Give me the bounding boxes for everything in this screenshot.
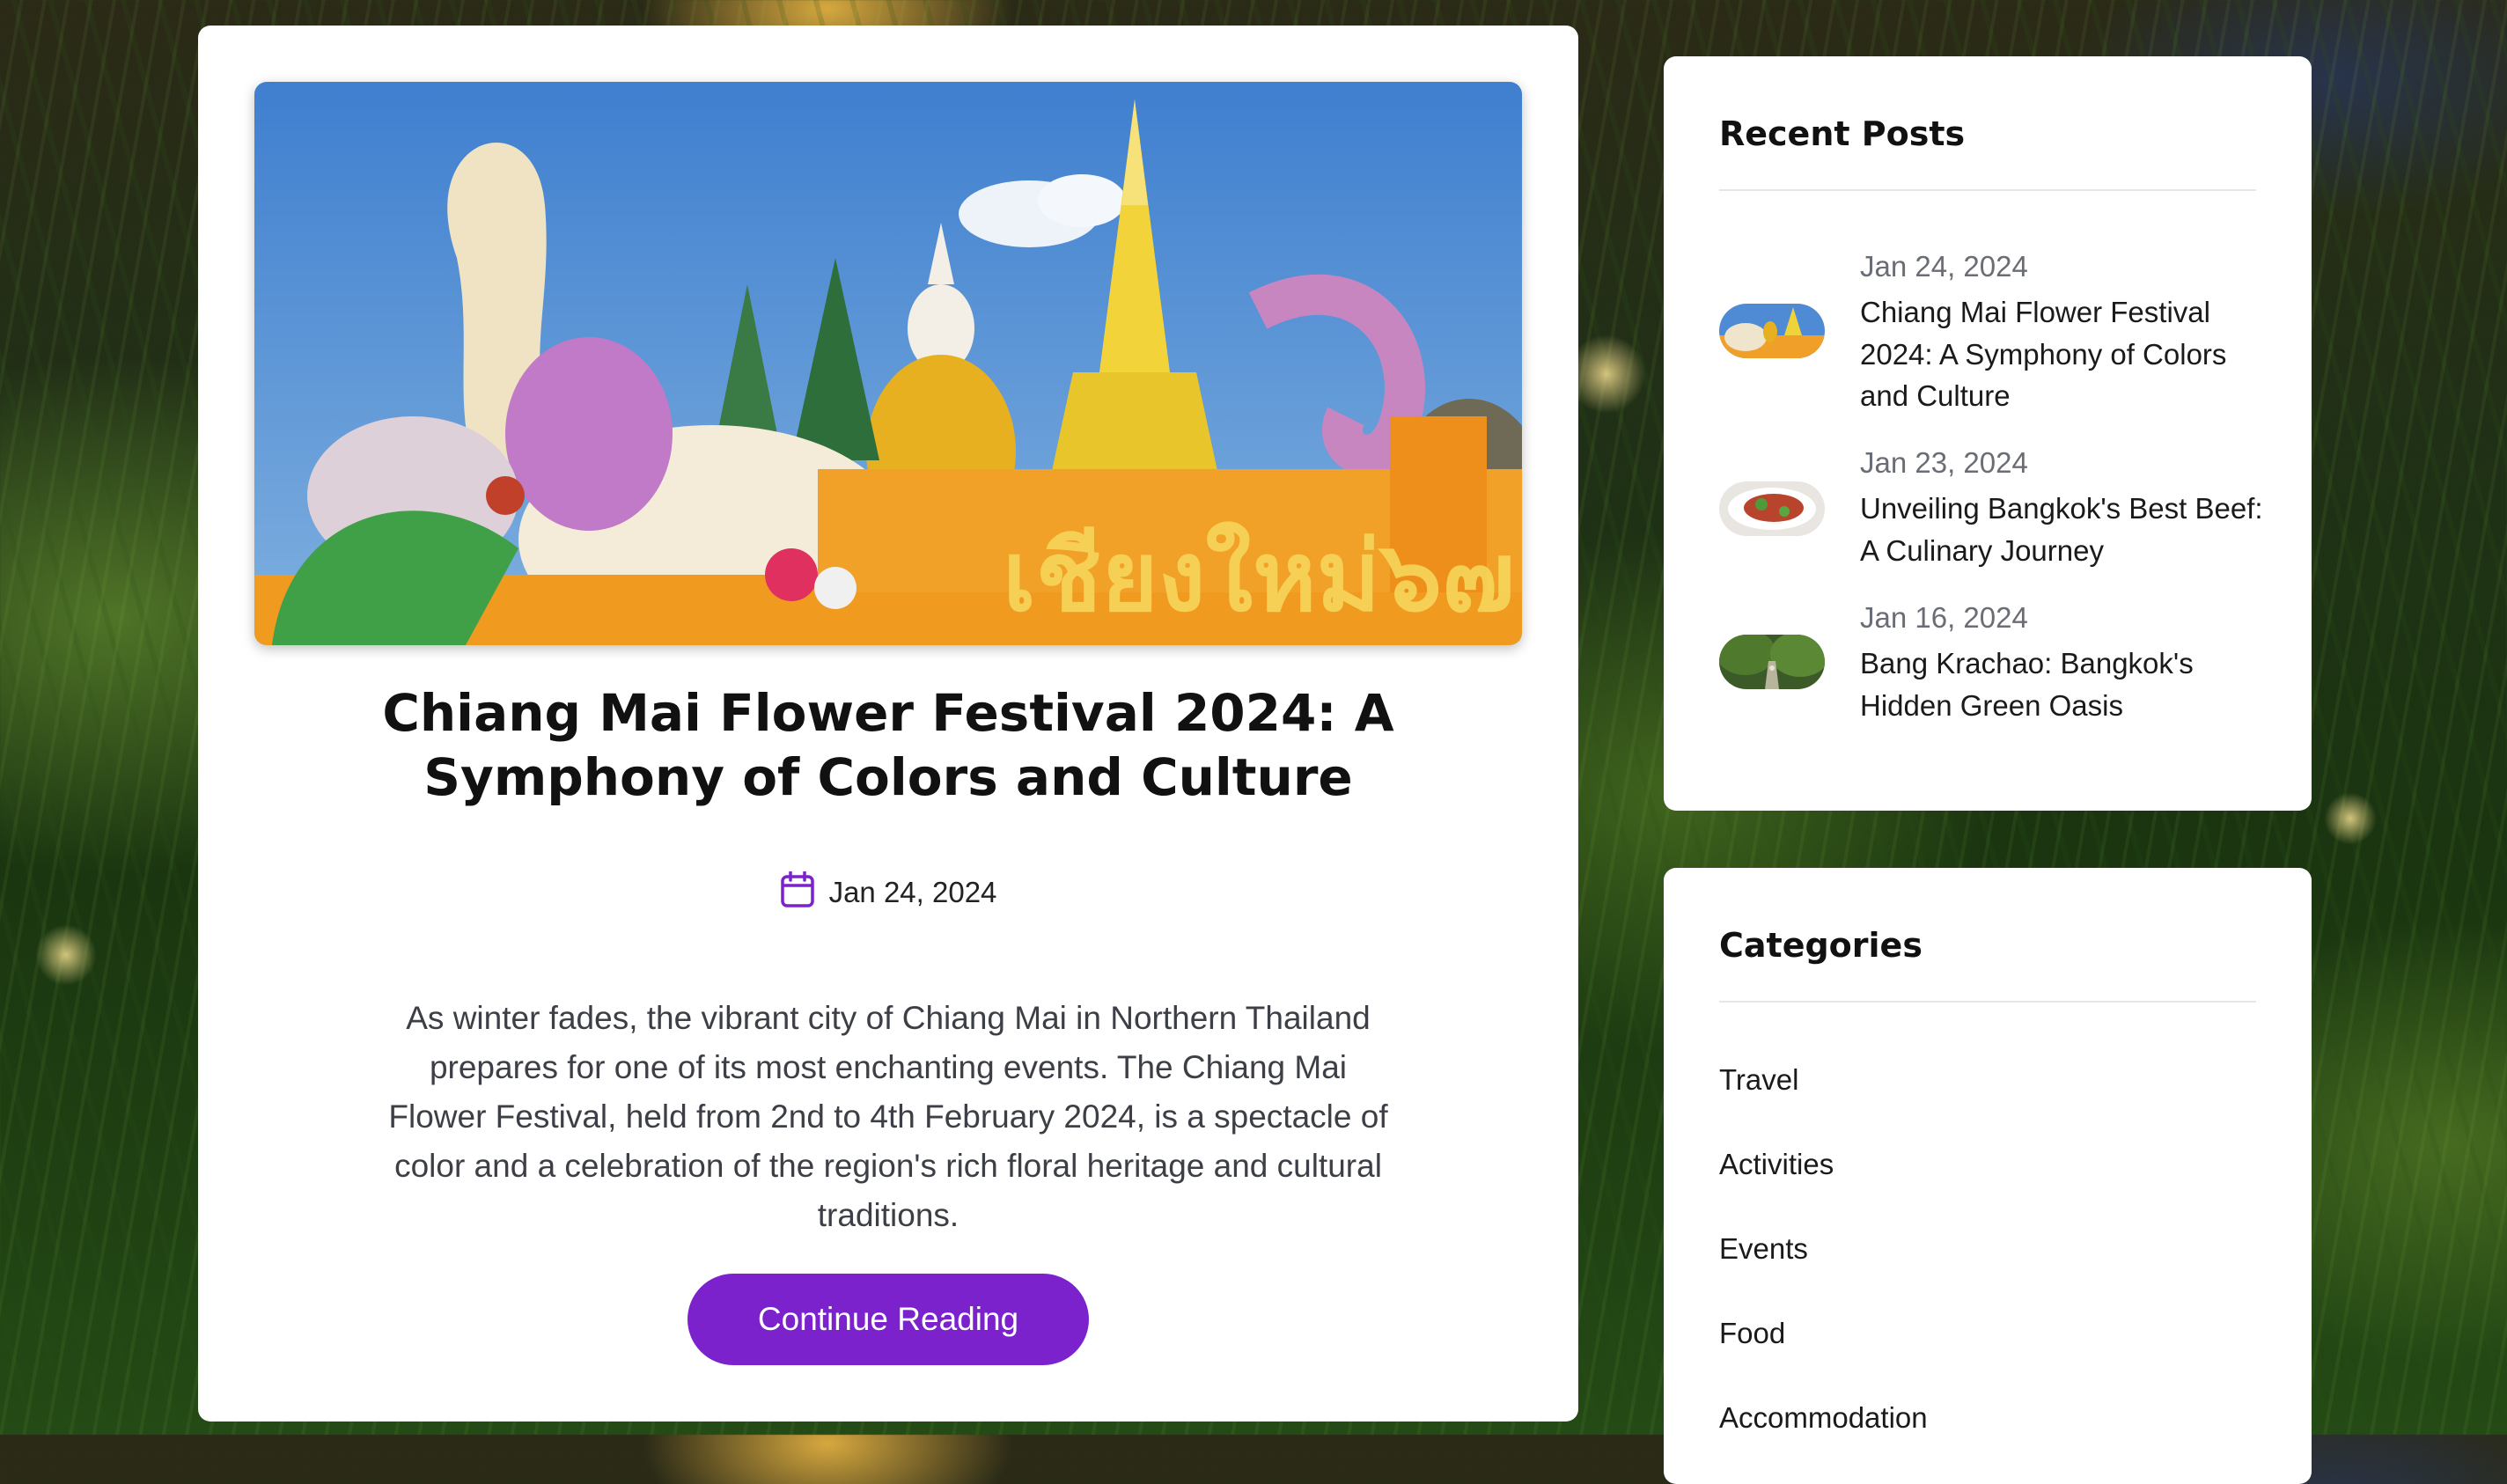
post-card: เชียงใหม่๖๗ Chiang Mai Flower Festival 2… <box>198 26 1578 1422</box>
recent-post-title[interactable]: Unveiling Bangkok's Best Beef: A Culinar… <box>1860 488 2265 571</box>
continue-reading-button[interactable]: Continue Reading <box>687 1274 1089 1365</box>
recent-post-title[interactable]: Bang Krachao: Bangkok's Hidden Green Oas… <box>1860 643 2265 726</box>
svg-text:เชียงใหม่๖๗: เชียงใหม่๖๗ <box>1003 520 1515 633</box>
category-link-food[interactable]: Food <box>1719 1317 1785 1350</box>
recent-post-thumbnail[interactable] <box>1719 304 1825 358</box>
post-meta: Jan 24, 2024 <box>198 871 1578 913</box>
background-bokeh <box>2324 792 2377 845</box>
recent-posts-title: Recent Posts <box>1719 114 1966 153</box>
recent-posts-widget: Recent Posts Jan 24, 2024 Chiang Mai Flo… <box>1664 56 2312 811</box>
divider <box>1719 189 2256 191</box>
recent-post-date: Jan 16, 2024 <box>1860 601 2028 634</box>
categories-title: Categories <box>1719 926 1923 965</box>
recent-post-thumbnail[interactable] <box>1719 635 1825 689</box>
category-link-events[interactable]: Events <box>1719 1232 1808 1266</box>
flower-float-illustration: เชียงใหม่๖๗ <box>254 82 1522 645</box>
category-link-accommodation[interactable]: Accommodation <box>1719 1401 1928 1435</box>
post-title[interactable]: Chiang Mai Flower Festival 2024: A Symph… <box>295 681 1481 810</box>
calendar-icon <box>780 871 815 913</box>
recent-post-date: Jan 24, 2024 <box>1860 250 2028 283</box>
background-bokeh <box>1567 334 1646 414</box>
post-excerpt: As winter fades, the vibrant city of Chi… <box>388 1000 1388 1233</box>
categories-widget: Categories Travel Activities Events Food… <box>1664 868 2312 1484</box>
category-link-travel[interactable]: Travel <box>1719 1063 1798 1097</box>
recent-post-date: Jan 23, 2024 <box>1860 446 2028 479</box>
recent-post-title[interactable]: Chiang Mai Flower Festival 2024: A Symph… <box>1860 291 2265 417</box>
background-bokeh <box>35 924 97 986</box>
post-hero-image[interactable]: เชียงใหม่๖๗ <box>254 82 1522 645</box>
category-link-activities[interactable]: Activities <box>1719 1148 1834 1181</box>
recent-post-thumbnail[interactable] <box>1719 481 1825 536</box>
post-date: Jan 24, 2024 <box>828 875 997 908</box>
divider <box>1719 1001 2256 1003</box>
